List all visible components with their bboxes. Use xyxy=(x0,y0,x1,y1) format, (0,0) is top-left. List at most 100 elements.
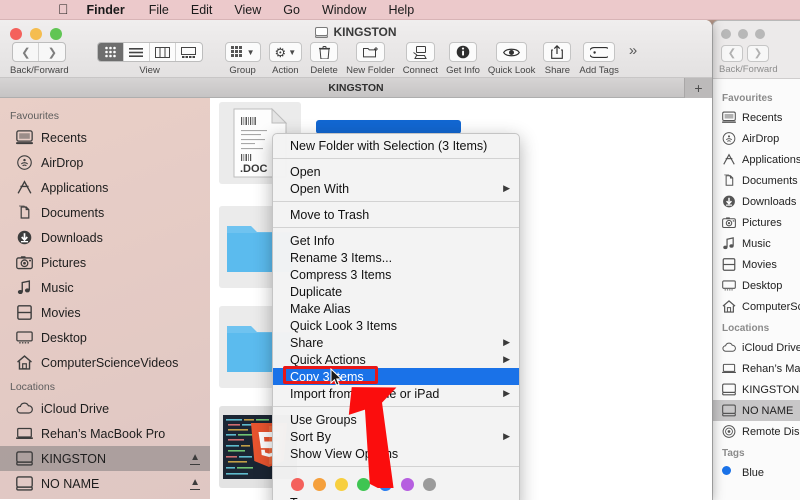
view-group: View xyxy=(96,42,203,76)
secondary-sidebar-item-no-name[interactable]: NO NAME xyxy=(713,400,800,421)
context-menu-item-new-folder-with-selection-3-items[interactable]: New Folder with Selection (3 Items) xyxy=(273,137,519,154)
back-icon[interactable]: ❮ xyxy=(13,43,40,61)
applications-icon xyxy=(722,153,736,166)
context-menu-item-duplicate[interactable]: Duplicate xyxy=(273,283,519,300)
new-folder-button[interactable] xyxy=(355,42,385,62)
downloads-icon xyxy=(16,230,33,245)
quick-look-button[interactable] xyxy=(496,42,528,62)
sidebar-item-downloads[interactable]: Downloads xyxy=(0,225,210,250)
context-menu-item-share[interactable]: Share ▶ xyxy=(273,334,519,351)
minimize-button[interactable] xyxy=(738,29,748,39)
secondary-sidebar-item-pictures[interactable]: Pictures xyxy=(713,212,800,233)
context-menu-item-label: Get Info xyxy=(290,233,335,248)
back-icon[interactable]: ❮ xyxy=(721,45,743,62)
connect-button[interactable] xyxy=(405,42,435,62)
context-menu-item-move-to-trash[interactable]: Move to Trash xyxy=(273,206,519,223)
secondary-sidebar-item-applications[interactable]: Applications xyxy=(713,149,800,170)
menu-item-view[interactable]: View xyxy=(234,3,261,17)
add-tags-button[interactable] xyxy=(583,42,616,62)
secondary-sidebar-item-icloud-drive[interactable]: iCloud Drive xyxy=(713,337,800,358)
sidebar-item-documents[interactable]: Documents xyxy=(0,200,210,225)
context-menu-item-tags[interactable]: Tags... xyxy=(273,496,519,500)
secondary-sidebar-item-music[interactable]: Music xyxy=(713,233,800,254)
secondary-finder-window[interactable]: ❮ ❯ Back/Forward Favourites Recents AirDro… xyxy=(712,20,800,500)
context-menu-item-open[interactable]: Open xyxy=(273,163,519,180)
close-button[interactable] xyxy=(721,29,731,39)
group-button[interactable]: ▼ xyxy=(224,42,261,62)
context-menu-item-rename-3-items[interactable]: Rename 3 Items... xyxy=(273,249,519,266)
secondary-sidebar-item-desktop[interactable]: Desktop xyxy=(713,275,800,296)
apple-icon[interactable]:  xyxy=(58,2,69,16)
arrow-annotation xyxy=(348,387,397,488)
menu-item-finder[interactable]: Finder xyxy=(87,3,125,17)
pictures-icon xyxy=(16,255,33,270)
trash-icon xyxy=(318,45,330,59)
forward-icon[interactable]: ❯ xyxy=(747,45,769,62)
secondary-sidebar-item-movies[interactable]: Movies xyxy=(713,254,800,275)
new-tab-button[interactable]: + xyxy=(684,78,712,98)
sidebar-item-desktop[interactable]: Desktop xyxy=(0,325,210,350)
menu-item-go[interactable]: Go xyxy=(283,3,300,17)
eject-icon[interactable]: ▲ xyxy=(190,477,200,491)
tag-color-dot-0[interactable] xyxy=(291,478,304,491)
secondary-sidebar-item-remote-disc[interactable]: Remote Disc xyxy=(713,421,800,442)
add-tags-label: Add Tags xyxy=(579,65,619,76)
sidebar-item-icloud-drive[interactable]: iCloud Drive xyxy=(0,396,210,421)
sidebar-item-computersciencevideos[interactable]: ComputerScienceVideos xyxy=(0,350,210,375)
list-view-icon[interactable] xyxy=(124,43,150,61)
context-menu-item-make-alias[interactable]: Make Alias xyxy=(273,300,519,317)
menu-item-file[interactable]: File xyxy=(149,3,169,17)
sidebar-item-label: NO NAME xyxy=(41,476,100,491)
secondary-sidebar-item-blue[interactable]: Blue xyxy=(713,462,800,483)
secondary-sidebar-item-label: Blue xyxy=(742,466,765,479)
secondary-sidebar-item-computersciencevideos[interactable]: ComputerScienceVideos xyxy=(713,296,800,317)
tag-color-dot-1[interactable] xyxy=(313,478,326,491)
secondary-sidebar-item-rehan-s-macbook-pro[interactable]: Rehan’s MacBook Pro xyxy=(713,358,800,379)
chevron-down-icon: ▼ xyxy=(246,47,255,57)
secondary-window-controls[interactable] xyxy=(721,29,765,39)
secondary-sidebar-item-downloads[interactable]: Downloads xyxy=(713,191,800,212)
get-info-button[interactable] xyxy=(448,42,477,62)
gallery-view-icon[interactable] xyxy=(176,43,202,61)
submenu-arrow-icon: ▶ xyxy=(503,183,510,193)
context-menu-item-quick-look-3-items[interactable]: Quick Look 3 Items xyxy=(273,317,519,334)
group-icon xyxy=(230,46,242,57)
column-view-icon[interactable] xyxy=(150,43,176,61)
context-menu-item-compress-3-items[interactable]: Compress 3 Items xyxy=(273,266,519,283)
sidebar-item-rehan-s-macbook-pro[interactable]: Rehan’s MacBook Pro xyxy=(0,421,210,446)
sidebar-item-recents[interactable]: Recents xyxy=(0,125,210,150)
sidebar-item-pictures[interactable]: Pictures xyxy=(0,250,210,275)
context-menu-item-label: Share xyxy=(290,335,324,350)
eye-icon xyxy=(503,48,521,56)
sidebar-item-music[interactable]: Music xyxy=(0,275,210,300)
menu-item-help[interactable]: Help xyxy=(388,3,414,17)
sidebar-item-kingston[interactable]: KINGSTON ▲ xyxy=(0,446,210,471)
secondary-sidebar-item-documents[interactable]: Documents xyxy=(713,170,800,191)
forward-icon[interactable]: ❯ xyxy=(39,43,65,61)
secondary-sidebar-item-recents[interactable]: Recents xyxy=(713,107,800,128)
submenu-arrow-icon: ▶ xyxy=(503,354,510,364)
sidebar-item-label: ComputerScienceVideos xyxy=(41,355,179,370)
menu-item-edit[interactable]: Edit xyxy=(191,3,213,17)
toolbar-overflow-button[interactable]: » xyxy=(629,42,637,59)
action-button[interactable]: ⚙ ▼ xyxy=(268,42,303,62)
menu-item-window[interactable]: Window xyxy=(322,3,366,17)
context-menu-item-quick-actions[interactable]: Quick Actions ▶ xyxy=(273,351,519,368)
icon-view-icon[interactable] xyxy=(97,43,124,61)
context-menu-item-get-info[interactable]: Get Info xyxy=(273,232,519,249)
sidebar-item-no-name[interactable]: NO NAME ▲ xyxy=(0,471,210,496)
tab-kingston[interactable]: KINGSTON xyxy=(328,82,383,94)
zoom-button[interactable] xyxy=(755,29,765,39)
sidebar-item-applications[interactable]: Applications xyxy=(0,175,210,200)
secondary-sidebar-item-airdrop[interactable]: AirDrop xyxy=(713,128,800,149)
sidebar-item-airdrop[interactable]: AirDrop xyxy=(0,150,210,175)
delete-button[interactable] xyxy=(310,42,339,62)
secondary-back-forward[interactable]: ❮ ❯ xyxy=(721,45,769,62)
share-button[interactable] xyxy=(543,42,572,62)
sidebar-item-movies[interactable]: Movies xyxy=(0,300,210,325)
sidebar-item-remote-disc[interactable]: Remote Disc xyxy=(0,496,210,499)
eject-icon[interactable]: ▲ xyxy=(190,452,200,466)
context-menu-item-open-with[interactable]: Open With ▶ xyxy=(273,180,519,197)
svg-text:.DOC: .DOC xyxy=(240,163,268,175)
secondary-sidebar-item-kingston[interactable]: KINGSTON xyxy=(713,379,800,400)
